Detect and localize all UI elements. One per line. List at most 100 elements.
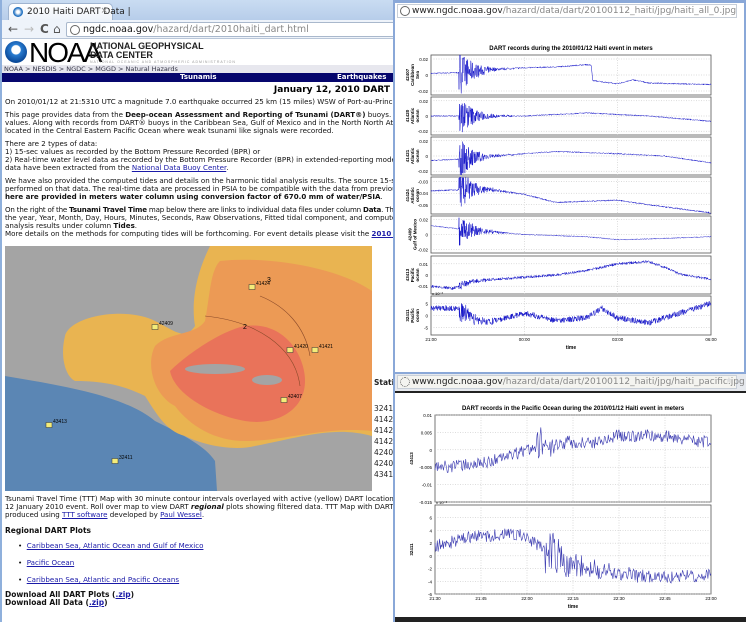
intro-text: On 2010/01/12 at 21:5310 UTC a magnitude… xyxy=(5,97,394,106)
station-column-header: Statio xyxy=(374,378,394,387)
text: More details on the methods for computin… xyxy=(5,229,372,238)
x-tick-label: 21:30 xyxy=(429,596,441,601)
station-id[interactable]: 4240 xyxy=(374,448,393,457)
ngdc-name: NATIONAL GEOPHYSICAL DATA CENTER NATIONA… xyxy=(90,42,236,65)
regional-link-caribbean-atlantic-pacific[interactable]: Caribbean Sea, Atlantic and Pacific Ocea… xyxy=(27,575,179,584)
y-tick-label: 0.01 xyxy=(423,413,432,418)
buoy-label: 41421 xyxy=(319,344,333,350)
x-tick-label: 22:30 xyxy=(613,596,625,601)
station-id[interactable]: 4341 xyxy=(374,470,393,479)
map-cuba xyxy=(185,364,245,374)
dart-buoy-marker[interactable] xyxy=(280,397,288,403)
y-tick-label: 0 xyxy=(429,448,432,453)
y-tick-label: -4 xyxy=(428,579,432,584)
panel-label: 32411 xyxy=(409,543,414,556)
tsunami-travel-time-map[interactable]: 3 2 414244240941420 41421424074341332411 xyxy=(5,246,372,491)
tab-close-icon[interactable]: × xyxy=(100,6,108,16)
station-id[interactable]: 4142 xyxy=(374,437,393,446)
text: ) xyxy=(130,590,135,599)
text: . xyxy=(201,510,205,519)
haiti-tsunami-link[interactable]: 2010 Haiti tsun xyxy=(372,229,394,238)
regional-plots-heading: Regional DART Plots xyxy=(5,526,92,535)
text: developed by xyxy=(107,510,161,519)
x-tick-label: 23:00 xyxy=(705,596,717,601)
browser-window-main: 2010 Haiti DART Data | × ← → C ⌂ ngdc.no… xyxy=(0,0,394,622)
ndbc-link[interactable]: National Data Buoy Center xyxy=(132,163,226,172)
download-data: Download All Data (.zip) xyxy=(5,599,108,607)
y-tick-label: 6 xyxy=(429,516,432,521)
regional-link-item: • Caribbean Sea, Atlantic and Pacific Oc… xyxy=(18,575,180,584)
text: data have been extracted from the xyxy=(5,163,132,172)
buoy-label: 41424 xyxy=(256,281,270,287)
y-tick-label: 4 xyxy=(429,528,432,533)
text: Download All Data ( xyxy=(5,598,89,607)
y-tick-label: 2 xyxy=(429,541,432,546)
dart-buoy-marker[interactable] xyxy=(286,347,294,353)
window-bottom-bar xyxy=(395,617,746,622)
panel-label-line: 43413 xyxy=(409,452,414,465)
panel-32411: 6420-2-4-632411x 10⁻³ xyxy=(409,500,712,597)
nav-tsunamis[interactable]: Tsunamis xyxy=(180,73,217,82)
buoy-label: 42409 xyxy=(159,321,173,327)
y-tick-label: 0.005 xyxy=(421,430,433,435)
y-tick-label: -0.015 xyxy=(419,500,432,505)
regional-link-caribbean-atlantic-gulf[interactable]: Caribbean Sea, Atlantic Ocean and Gulf o… xyxy=(27,541,204,550)
text: produced using xyxy=(5,510,63,519)
station-id[interactable]: 3241 xyxy=(374,404,393,413)
tab-title: 2010 Haiti DART Data | xyxy=(27,7,131,17)
breadcrumb[interactable]: NOAA > NESDIS > NGDC > MGGD > Natural Ha… xyxy=(2,65,394,73)
p2-line4: data have been extracted from the Nation… xyxy=(5,164,228,172)
forward-icon[interactable]: → xyxy=(24,22,34,36)
dart-buoy-marker[interactable] xyxy=(45,422,53,428)
p3-line3: here are provided in meters water column… xyxy=(5,193,383,201)
download-data-zip-link[interactable]: .zip xyxy=(89,598,104,607)
y-tick-label: 0 xyxy=(429,554,432,559)
page-title: January 12, 2010 DART xyxy=(273,85,390,95)
x-tick-label: 22:00 xyxy=(521,596,533,601)
x-tick-label: 22:15 xyxy=(567,596,579,601)
address-bar[interactable]: ngdc.noaa.gov/hazard/dart/2010haiti_dart… xyxy=(66,22,394,37)
dart-buoy-marker[interactable] xyxy=(248,284,256,290)
panel-label: 43413 xyxy=(409,452,414,465)
text: here are provided in meters water column… xyxy=(5,192,381,201)
home-icon[interactable]: ⌂ xyxy=(53,22,61,36)
page-info-icon xyxy=(70,25,80,35)
reload-icon[interactable]: C xyxy=(40,22,49,36)
p1-line3: located in the Central Eastern Pacific O… xyxy=(5,126,334,135)
x-tick-label: 21:45 xyxy=(475,596,487,601)
noaa-logo-icon[interactable] xyxy=(5,41,27,63)
caption-line3: produced using TTT software developed by… xyxy=(5,511,204,519)
dart-buoy-marker[interactable] xyxy=(311,347,319,353)
regional-link-pacific[interactable]: Pacific Ocean xyxy=(27,558,75,567)
text: ) xyxy=(104,598,108,607)
dart-buoy-marker[interactable] xyxy=(111,458,119,464)
ttt-software-link[interactable]: TTT software xyxy=(62,510,107,519)
scale-label: x 10⁻³ xyxy=(436,500,448,505)
nav-earthquakes[interactable]: Earthquakes xyxy=(337,73,386,82)
dart-buoy-marker[interactable] xyxy=(151,324,159,330)
text: . xyxy=(226,163,229,172)
chart-title: DART records in the Pacific Ocean during… xyxy=(462,406,685,412)
panel-43413: 0.01 0.005 0 -0.005 -0.01 -0.015 43413 xyxy=(409,413,712,505)
regional-link-item: • Caribbean Sea, Atlantic Ocean and Gulf… xyxy=(18,541,204,550)
paul-wessel-link[interactable]: Paul Wessel xyxy=(160,510,202,519)
y-tick-label: -0.01 xyxy=(422,483,433,488)
text: plots showing filtered data. TTT Map wit… xyxy=(226,502,394,511)
y-tick-label: -2 xyxy=(428,567,432,572)
x-axis-label: time xyxy=(568,604,579,610)
station-id[interactable]: 4142 xyxy=(374,415,393,424)
tab-bar: 2010 Haiti DART Data | × xyxy=(2,0,394,20)
y-tick-label: -0.005 xyxy=(419,465,432,470)
back-icon[interactable]: ← xyxy=(8,22,18,36)
station-id[interactable]: 4240 xyxy=(374,459,393,468)
tab-haiti-dart[interactable]: 2010 Haiti DART Data | × xyxy=(8,3,131,20)
noaa-favicon-icon xyxy=(13,7,23,17)
regional-link-item: • Pacific Ocean xyxy=(18,558,75,567)
address-path: /hazard/dart/2010haiti_dart.html xyxy=(153,24,309,35)
download-plots-zip-link[interactable]: .zip xyxy=(115,590,130,599)
address-host: ngdc.noaa.gov xyxy=(83,24,154,35)
text: . xyxy=(380,192,383,201)
nav-bar: Tsunamis Earthquakes xyxy=(2,73,394,82)
station-id[interactable]: 4142 xyxy=(374,426,393,435)
popup-window-pacific-dart: www.ngdc.noaa.gov/hazard/data/dart/20100… xyxy=(393,374,746,622)
